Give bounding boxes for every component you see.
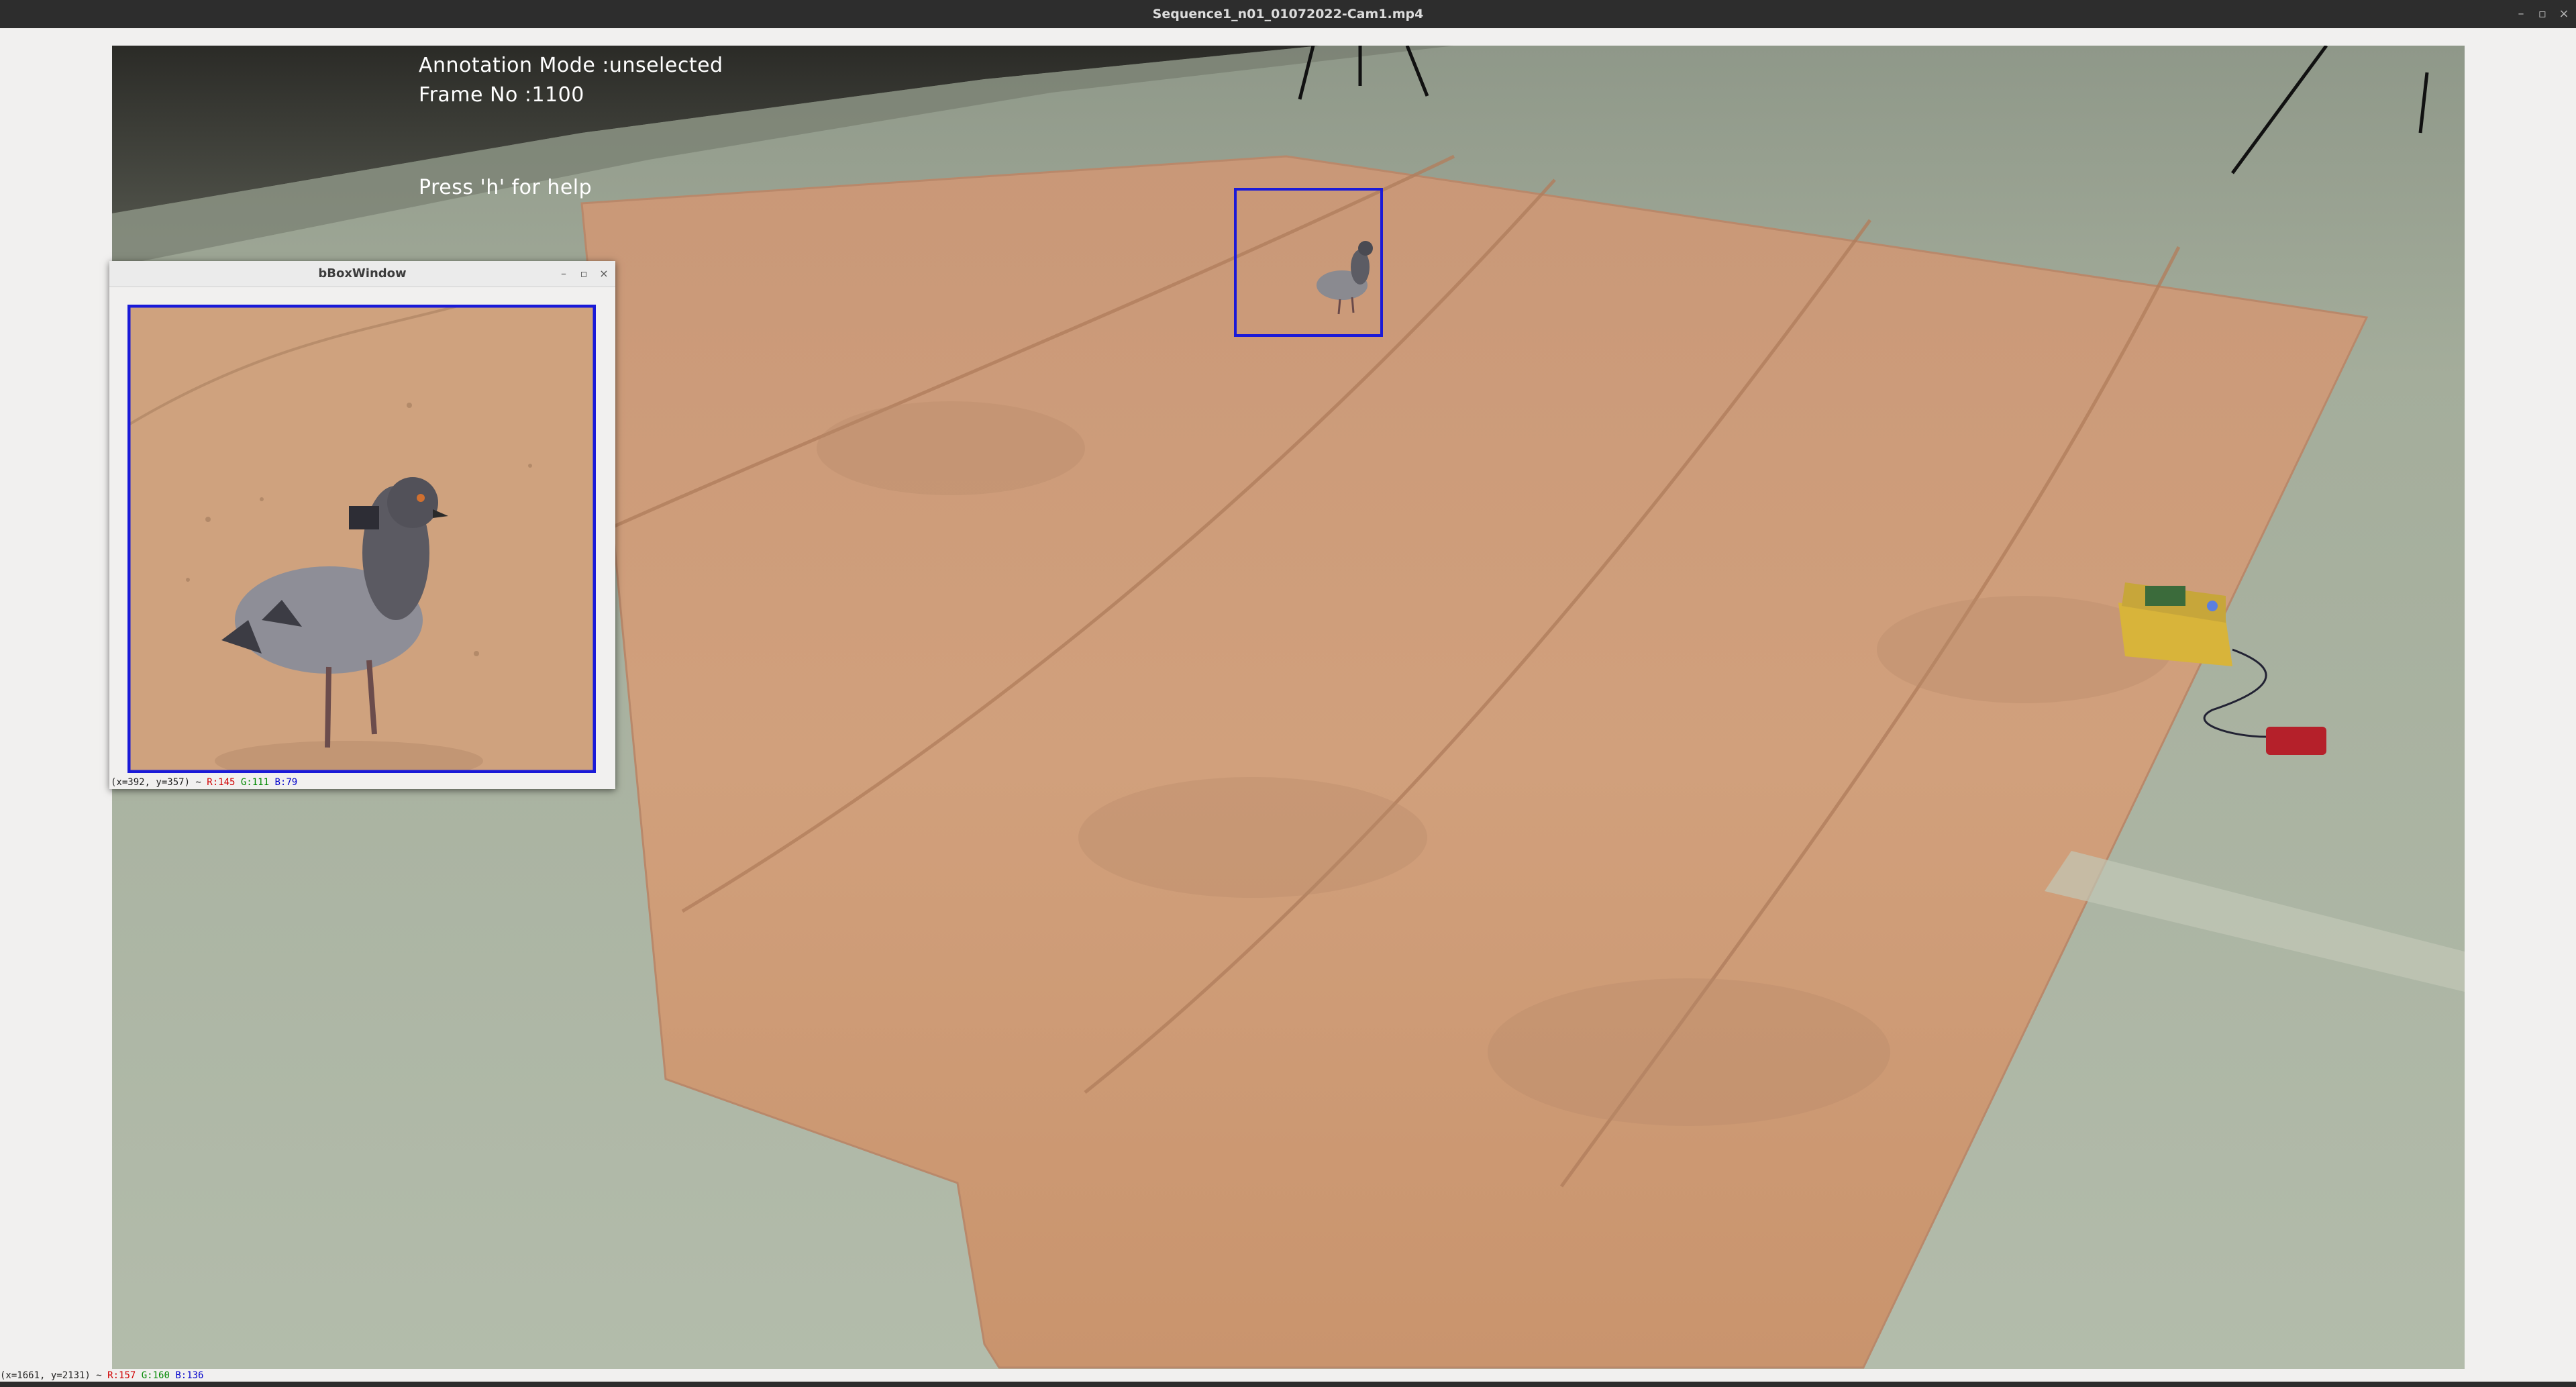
bbox-status-g: G:111: [240, 777, 270, 788]
bbox-window[interactable]: bBoxWindow – ▫ × (x=392, y=357) ~ R:145 …: [109, 261, 615, 789]
close-icon[interactable]: ×: [594, 261, 614, 287]
close-icon[interactable]: ×: [2553, 0, 2575, 28]
status-r: R:157: [107, 1370, 136, 1381]
minimize-icon[interactable]: –: [554, 261, 574, 287]
bbox-window-title: bBoxWindow: [318, 266, 407, 280]
status-g: G:160: [141, 1370, 170, 1381]
frame-number-label: Frame No :1100: [419, 83, 584, 107]
minimize-icon[interactable]: –: [2510, 0, 2532, 28]
help-hint-label: Press 'h' for help: [419, 176, 593, 199]
maximize-icon[interactable]: ▫: [574, 261, 594, 287]
window-titlebar[interactable]: Sequence1_n01_01072022-Cam1.mp4: [0, 0, 2576, 28]
bbox-status-b: B:79: [274, 777, 298, 788]
status-coords: (x=1661, y=2131) ~: [0, 1370, 102, 1381]
status-b: B:136: [175, 1370, 204, 1381]
maximize-icon[interactable]: ▫: [2531, 0, 2554, 28]
bbox-status-bar: (x=392, y=357) ~ R:145 G:111 B:79: [111, 776, 297, 788]
bbox-crop-image[interactable]: [127, 305, 596, 773]
window-title: Sequence1_n01_01072022-Cam1.mp4: [1152, 7, 1424, 21]
annotation-mode-label: Annotation Mode :unselected: [419, 54, 723, 77]
status-bar: (x=1661, y=2131) ~ R:157 G:160 B:136: [0, 1370, 2576, 1382]
bbox-status-r: R:145: [207, 777, 236, 788]
bbox-window-titlebar[interactable]: bBoxWindow: [109, 261, 615, 287]
bbox-status-coords: (x=392, y=357) ~: [111, 777, 201, 788]
window-bottom-edge: [0, 1382, 2576, 1387]
